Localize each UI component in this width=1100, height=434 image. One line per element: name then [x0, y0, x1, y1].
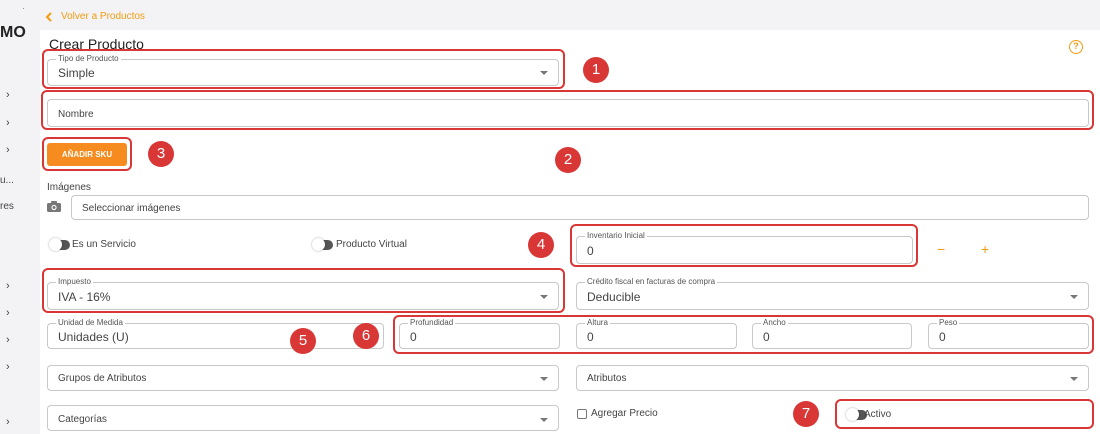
annotation-badge: 4 [528, 232, 554, 258]
camera-icon[interactable] [47, 201, 61, 212]
sidebar-item-label[interactable]: res [0, 201, 14, 212]
impuesto-label: Impuesto [56, 277, 93, 286]
grupos-atributos-select[interactable]: Grupos de Atributos [47, 365, 559, 391]
tipo-producto-label: Tipo de Producto [56, 54, 121, 63]
chevron-down-icon [540, 71, 548, 75]
altura-label: Altura [585, 318, 610, 327]
chevron-left-icon [45, 11, 52, 22]
grupos-atributos-placeholder: Grupos de Atributos [58, 373, 147, 384]
help-icon[interactable]: ? [1069, 40, 1083, 54]
inventario-inicial-input[interactable]: Inventario Inicial 0 [576, 231, 913, 264]
nombre-placeholder: Nombre [58, 109, 94, 120]
es-servicio-toggle[interactable] [49, 238, 70, 251]
increment-button[interactable]: + [981, 241, 989, 257]
back-link-label: Volver a Productos [61, 11, 145, 22]
chevron-right-icon[interactable]: › [6, 89, 10, 101]
chevron-down-icon [1070, 295, 1078, 299]
producto-virtual-label: Producto Virtual [336, 239, 407, 250]
peso-label: Peso [937, 318, 960, 327]
annotation-badge: 2 [555, 147, 581, 173]
chevron-down-icon [1070, 377, 1078, 381]
tipo-producto-select[interactable]: Tipo de Producto Simple [47, 54, 559, 86]
ancho-label: Ancho [761, 318, 788, 327]
altura-input[interactable]: Altura 0 [576, 318, 737, 349]
atributos-select[interactable]: Atributos [576, 365, 1089, 391]
chevron-right-icon[interactable]: › [6, 334, 10, 346]
activo-label: Activo [864, 409, 892, 420]
credito-fiscal-value: Deducible [587, 290, 641, 304]
page-title: Crear Producto [49, 36, 144, 52]
agregar-precio-checkbox[interactable] [577, 409, 587, 419]
add-sku-button[interactable]: AÑADIR SKU [47, 143, 127, 166]
categorias-placeholder: Categorías [58, 414, 107, 425]
peso-value: 0 [939, 330, 946, 344]
chevron-right-icon[interactable]: › [6, 416, 10, 428]
unidad-medida-label: Unidad de Medida [56, 318, 125, 327]
ancho-value: 0 [763, 330, 770, 344]
es-servicio-label: Es un Servicio [72, 239, 136, 250]
profundidad-value: 0 [410, 330, 417, 344]
chevron-right-icon[interactable]: › [6, 117, 10, 129]
nombre-input[interactable]: Nombre [47, 99, 1089, 127]
decrement-button[interactable]: − [937, 241, 945, 257]
annotation-badge: 5 [290, 328, 316, 354]
chevron-down-icon [540, 418, 548, 422]
credito-fiscal-label: Crédito fiscal en facturas de compra [585, 277, 718, 286]
annotation-badge: 1 [583, 57, 609, 83]
altura-value: 0 [587, 330, 594, 344]
sidebar-item-label[interactable]: u... [0, 175, 14, 186]
chevron-right-icon[interactable]: › [6, 280, 10, 292]
categorias-select[interactable]: Categorías [47, 405, 559, 431]
atributos-placeholder: Atributos [587, 373, 627, 384]
imagenes-placeholder: Seleccionar imágenes [82, 203, 181, 214]
chevron-right-icon[interactable]: › [6, 361, 10, 373]
chevron-down-icon [540, 377, 548, 381]
unidad-medida-value: Unidades (U) [58, 330, 129, 344]
logo: MO [0, 24, 26, 41]
sidebar: · MO › › › u... res › › › › › [0, 0, 38, 434]
inventario-inicial-label: Inventario Inicial [585, 231, 647, 240]
chevron-right-icon[interactable]: › [6, 144, 10, 156]
tipo-producto-value: Simple [58, 66, 95, 80]
annotation-badge: 6 [353, 323, 379, 349]
unidad-medida-select[interactable]: Unidad de Medida Unidades (U) [47, 318, 384, 349]
back-link[interactable]: Volver a Productos [45, 11, 145, 22]
sidebar-dot: · [22, 4, 25, 13]
inventario-inicial-value: 0 [587, 244, 594, 258]
credito-fiscal-select[interactable]: Crédito fiscal en facturas de compra Ded… [576, 277, 1089, 310]
imagenes-label: Imágenes [47, 182, 91, 193]
chevron-right-icon[interactable]: › [6, 307, 10, 319]
impuesto-value: IVA - 16% [58, 290, 111, 304]
impuesto-select[interactable]: Impuesto IVA - 16% [47, 277, 559, 310]
ancho-input[interactable]: Ancho 0 [752, 318, 912, 349]
annotation-badge: 3 [148, 141, 174, 167]
chevron-down-icon [540, 295, 548, 299]
peso-input[interactable]: Peso 0 [928, 318, 1089, 349]
producto-virtual-toggle[interactable] [312, 238, 333, 251]
agregar-precio-label: Agregar Precio [591, 408, 658, 419]
profundidad-input[interactable]: Profundidad 0 [399, 318, 560, 349]
profundidad-label: Profundidad [408, 318, 456, 327]
annotation-badge: 7 [793, 401, 819, 427]
imagenes-input[interactable]: Seleccionar imágenes [71, 195, 1089, 220]
